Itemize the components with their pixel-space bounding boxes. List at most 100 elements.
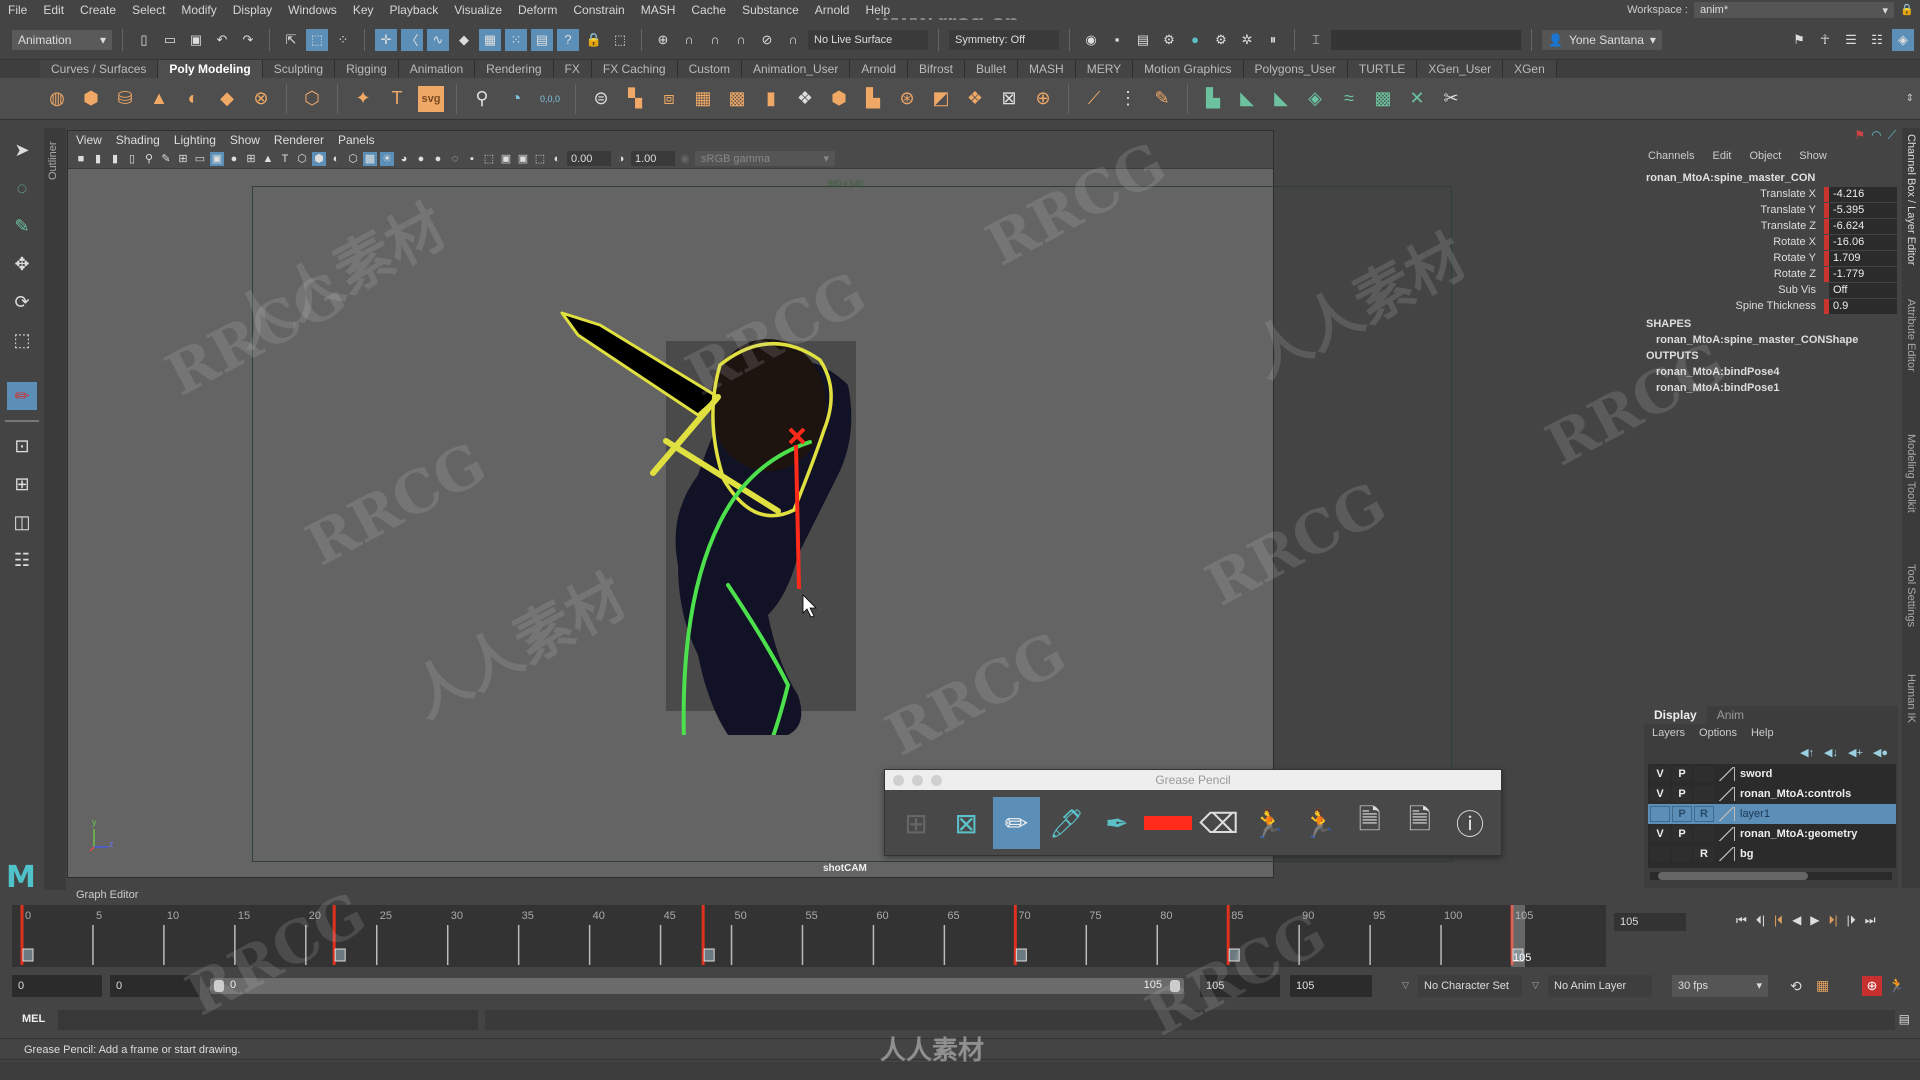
play-backwards-icon[interactable]: ◀ (1792, 913, 1801, 928)
undo-icon[interactable]: ↶ (211, 29, 233, 51)
shelf-tab-animation-user[interactable]: Animation_User (741, 60, 851, 78)
current-frame-field[interactable]: 105 (1614, 913, 1686, 931)
viewport-menu-show[interactable]: Show (230, 133, 260, 147)
chevron-down-icon[interactable]: ▽ (1402, 980, 1409, 991)
tab-display[interactable]: Display (1644, 706, 1707, 724)
new-scene-icon[interactable]: ▯ (133, 29, 155, 51)
grid-icon[interactable]: ⊞ (176, 152, 190, 166)
shelf-scroll-icon[interactable]: ⇕ (1906, 93, 1914, 104)
smooth-shade-icon[interactable]: ⬢ (312, 151, 326, 166)
select-object-icon[interactable]: ⬚ (306, 28, 328, 51)
menu-edit[interactable]: Edit (35, 3, 72, 17)
channel-label[interactable]: Translate Z (1642, 220, 1824, 232)
viewport-menu-renderer[interactable]: Renderer (274, 133, 324, 147)
eraser-tool-button[interactable]: ⌫ (1196, 797, 1242, 849)
close-window-button[interactable] (893, 775, 904, 786)
anim-layer-dropdown[interactable]: No Anim Layer (1548, 975, 1652, 997)
attribute-toggle-icon[interactable]: ⟋ (1888, 128, 1896, 143)
two-d-pan-icon[interactable]: ⚲ (142, 152, 156, 166)
shelf-tab-arnold[interactable]: Arnold (850, 60, 908, 78)
menu-arnold[interactable]: Arnold (807, 3, 858, 17)
move-layer-down-icon[interactable]: ◀↓ (1824, 746, 1838, 759)
channel-label[interactable]: Rotate Y (1642, 252, 1824, 264)
character-set-dropdown[interactable]: No Character Set (1418, 975, 1522, 997)
viewport-menu-panels[interactable]: Panels (338, 133, 375, 147)
menu-mash[interactable]: MASH (633, 3, 684, 17)
poly-platonic-icon[interactable]: ⬡ (299, 86, 325, 112)
export-frames-button[interactable]: 🗎 (1397, 797, 1443, 849)
menu-playback[interactable]: Playback (382, 3, 447, 17)
help-button[interactable]: ⓘ (1447, 797, 1493, 849)
menu-create[interactable]: Create (72, 3, 124, 17)
go-to-end-icon[interactable]: ⏭ (1865, 913, 1876, 928)
script-editor-icon[interactable]: ▤ (1899, 1012, 1910, 1026)
channel-value-field[interactable]: -1.779 (1829, 266, 1897, 282)
range-slider[interactable]: 0 105 (210, 978, 1184, 994)
type-tool-icon[interactable]: T (384, 86, 410, 112)
menu-substance[interactable]: Substance (734, 3, 807, 17)
range-start-handle[interactable] (214, 980, 224, 992)
uv-layout-icon[interactable]: ✕ (1404, 86, 1430, 112)
select-uv-shell-icon[interactable]: ▙ (1200, 86, 1226, 112)
layer-color-swatch[interactable] (1719, 787, 1735, 801)
playback-toggle[interactable] (1672, 846, 1692, 862)
anim-prefs-icon[interactable]: 🏃 (1888, 977, 1905, 994)
channel-menu-object[interactable]: Object (1749, 150, 1781, 162)
grease-frame-marker[interactable] (703, 948, 715, 962)
shelf-tab-turtle[interactable]: TURTLE (1347, 60, 1418, 78)
snap-point-icon[interactable]: ∿ (427, 28, 449, 51)
ghost-previous-button[interactable]: 🏃 (1246, 797, 1292, 849)
animation-end-field[interactable]: 105 (1200, 975, 1280, 997)
grease-pencil-tool-icon[interactable]: ✏ (7, 382, 37, 410)
four-view-layout-icon[interactable]: ⊞ (7, 470, 37, 498)
save-scene-icon[interactable]: ▣ (185, 29, 207, 51)
freeze-transforms-icon[interactable]: 0,0,0 (537, 86, 563, 112)
select-joints-icon[interactable]: ⁙ (505, 28, 527, 51)
cut-sew-icon[interactable]: ✂ (1438, 86, 1464, 112)
select-camera-icon[interactable]: ■ (74, 152, 88, 166)
layer-name[interactable]: ronan_MtoA:geometry (1740, 828, 1857, 840)
menu-select[interactable]: Select (124, 3, 173, 17)
exposure-field[interactable]: 0.00 (567, 151, 611, 166)
screen-space-ao-icon[interactable]: ● (414, 152, 428, 166)
snap-together-icon[interactable]: ⊕ (652, 29, 674, 51)
menu-options[interactable]: Options (1699, 727, 1737, 739)
layer-row[interactable]: V Pronan_MtoA:controls (1648, 784, 1896, 804)
select-tool-icon[interactable]: ➤ (7, 136, 37, 164)
grease-frame-marker[interactable] (1015, 948, 1027, 962)
input-line-field[interactable] (1331, 29, 1521, 50)
start-time-field[interactable]: 0 (12, 975, 102, 997)
side-tab-tool-settings[interactable]: Tool Settings (1902, 564, 1920, 674)
attribute-editor-toggle-icon[interactable]: ☰ (1840, 29, 1862, 51)
channel-box-toggle-icon[interactable]: ◈ (1892, 28, 1914, 51)
wireframe-on-shaded-icon[interactable]: ⬡ (346, 152, 360, 166)
time-slider[interactable]: 0 5 10 15 20 25 30 35 40 45 50 55 60 65 70 75 80 85 90 95 10… (12, 905, 1606, 967)
menu-constrain[interactable]: Constrain (565, 3, 632, 17)
multi-cut-icon[interactable]: ⟋ (1081, 86, 1107, 112)
camera-attributes-icon[interactable]: ▮ (91, 152, 105, 166)
maximize-window-button[interactable] (931, 775, 942, 786)
textured-icon[interactable]: ▩ (363, 151, 377, 166)
move-layer-up-icon[interactable]: ◀↑ (1800, 746, 1814, 759)
menu-cache[interactable]: Cache (683, 3, 734, 17)
channel-box-toggle-icon[interactable]: ⚑ (1854, 128, 1865, 143)
grease-pencil-titlebar[interactable]: Grease Pencil (885, 770, 1501, 790)
depth-of-field-icon[interactable]: ▪ (465, 152, 479, 166)
shelf-tab-bifrost[interactable]: Bifrost (908, 60, 966, 78)
add-frame-button[interactable]: ⊞ (893, 797, 939, 849)
playback-toggle[interactable]: P (1672, 786, 1692, 802)
snap-grid-icon[interactable]: ✛ (375, 28, 397, 51)
xray-components-icon[interactable]: ⬚ (533, 152, 547, 166)
lasso-tool-icon[interactable]: ◌ (7, 174, 37, 202)
visibility-toggle[interactable]: V (1650, 766, 1670, 782)
display-type-toggle[interactable]: R (1694, 846, 1714, 862)
menu-file[interactable]: File (0, 3, 35, 17)
layer-row[interactable]: Rbg (1648, 844, 1896, 864)
poly-torus-icon[interactable]: ◐ (180, 86, 206, 112)
gamma-field[interactable]: 1.00 (631, 151, 675, 166)
layer-name[interactable]: sword (1740, 768, 1772, 780)
film-gate-icon[interactable]: ▭ (193, 152, 207, 166)
grease-pencil-icon[interactable]: ✎ (159, 152, 173, 166)
select-misc-icon[interactable]: ▤ (531, 28, 553, 51)
output-item[interactable]: ronan_MtoA:bindPose4 (1656, 366, 1779, 378)
